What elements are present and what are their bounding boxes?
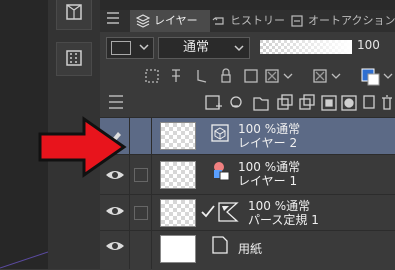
trash-icon [382,95,392,110]
layer-color-icon [211,161,231,181]
layer-lock-toggle[interactable] [130,195,152,230]
layer-opacity-mode: 100 %通常 [248,199,311,213]
blend-mode-value: 通常 [183,40,210,55]
tool-button-grid[interactable] [56,42,92,76]
tool-button-3d[interactable] [56,0,92,30]
layer-row-paper[interactable]: 用紙 [100,230,395,269]
layer-thumbnail [160,235,196,263]
layer-color-dropdown[interactable] [106,37,154,59]
raster-layer-icon [211,124,229,142]
layer-row[interactable]: 100 %通常 パース定規 1 [100,194,395,230]
tab-strip-top [100,0,395,10]
layer-name: パース定規 1 [248,213,319,227]
layer-lock-slot[interactable] [130,231,152,269]
layer-checkbox[interactable] [134,168,148,182]
grid-icon [66,50,82,66]
tab-autoaction-label: オートアクション [308,14,395,27]
tab-history[interactable]: ヒストリー [212,10,285,32]
tab-layer-label: レイヤー [154,14,198,27]
layer-property-toolbar [102,64,395,90]
autoaction-icon [290,14,304,28]
checkmark-icon[interactable] [200,203,216,221]
panel-menu-icon[interactable] [104,8,122,28]
history-icon [212,14,226,28]
eye-icon [106,242,124,250]
blend-mode-dropdown[interactable]: 通常 [158,37,250,59]
layer-color-swatch [111,41,131,55]
cube-icon [66,4,82,20]
layer-name: 用紙 [238,242,263,256]
tab-layer[interactable]: レイヤー [130,10,210,32]
layer-opacity-mode: 100 %通常 [238,160,301,174]
opacity-value[interactable]: 100 [357,38,380,52]
layer-opacity-mode: 100 %通常 [238,122,301,136]
layer-lock-toggle[interactable] [130,155,152,194]
tab-autoaction[interactable]: オートアクション [290,10,395,32]
chevron-down-icon [138,41,150,53]
layer-name: レイヤー 2 [238,136,298,150]
layer-lock-slot[interactable] [130,118,152,154]
layer-visibility-toggle[interactable] [100,231,130,269]
layer-thumbnail [160,122,196,150]
layer-thumbnail [160,161,196,189]
layer-visibility-toggle[interactable] [100,195,130,230]
paper-layer-icon [211,235,229,255]
red-arrow-annotation [38,116,128,178]
layer-stack-icon [136,14,150,28]
layer-action-toolbar [102,90,395,116]
layer-row-selected[interactable]: 100 %通常 レイヤー 2 [100,117,395,154]
chevron-down-icon [233,42,245,54]
tab-history-label: ヒストリー [230,14,285,27]
layer-row[interactable]: 100 %通常 レイヤー 1 [100,154,395,194]
ruler-icon [217,201,239,223]
layer-name: レイヤー 1 [238,174,298,188]
layer-checkbox[interactable] [134,206,148,220]
opacity-slider[interactable] [260,40,352,54]
eye-icon [106,207,124,215]
layer-thumbnail [160,199,196,227]
